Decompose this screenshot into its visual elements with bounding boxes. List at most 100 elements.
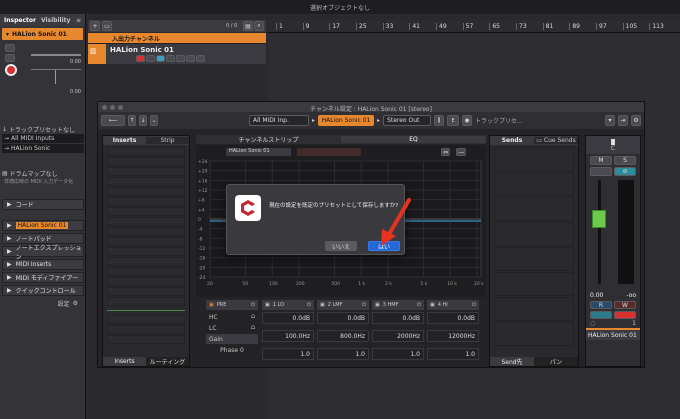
output-routing[interactable]: → HALion Sonic bbox=[2, 144, 84, 153]
eq-band-gain[interactable]: 0.0dB bbox=[427, 312, 479, 324]
eq-band-gain[interactable]: 0.0dB bbox=[372, 312, 424, 324]
read-automation-button[interactable] bbox=[166, 55, 175, 62]
insert-slot[interactable] bbox=[107, 247, 185, 256]
strip-channel-name[interactable]: HALion Sonic 01 bbox=[586, 328, 640, 340]
monitor-button[interactable] bbox=[146, 55, 155, 62]
track-preset-button[interactable]: トラックプリセ... bbox=[475, 116, 523, 125]
send-slot[interactable] bbox=[494, 172, 574, 196]
phase-button[interactable]: Phase 0 bbox=[206, 345, 258, 355]
listen-button[interactable] bbox=[590, 167, 612, 176]
read-button[interactable] bbox=[5, 44, 15, 52]
insert-slot[interactable] bbox=[107, 157, 185, 166]
read-button-strip[interactable]: R bbox=[590, 301, 612, 309]
send-slot[interactable] bbox=[494, 197, 574, 221]
eq-band-header[interactable]: ▣ 4 HI ⏻ bbox=[427, 300, 479, 310]
no-button[interactable]: いいえ bbox=[325, 241, 357, 251]
eq-preset-select[interactable] bbox=[296, 148, 361, 156]
insert-slot[interactable] bbox=[107, 187, 185, 196]
add-track-icon[interactable]: + bbox=[90, 21, 100, 31]
write-button-strip[interactable]: W bbox=[614, 301, 636, 309]
section-midi-modifiers[interactable]: ▶ MIDI モディファイアー bbox=[2, 272, 84, 283]
eq-flat-icon[interactable]: — bbox=[456, 148, 467, 156]
send-slot[interactable] bbox=[494, 322, 574, 346]
tab-pan[interactable]: パン bbox=[534, 357, 578, 366]
lc-control[interactable]: LC ⩍ bbox=[206, 323, 258, 333]
eq-view-icon[interactable]: ⇔ bbox=[440, 148, 451, 156]
edit-button[interactable] bbox=[186, 55, 195, 62]
eq-band-header[interactable]: ▣ 3 HMF ⏻ bbox=[372, 300, 424, 310]
eq-band-header[interactable]: ▣ 1 LO ⏻ bbox=[262, 300, 314, 310]
insert-slot[interactable] bbox=[107, 197, 185, 206]
tab-cue-sends[interactable]: ▭ Cue Sends bbox=[534, 137, 578, 144]
insert-slot[interactable] bbox=[107, 217, 185, 226]
insert-slot[interactable] bbox=[107, 147, 185, 156]
filter-icon[interactable]: ▤ bbox=[243, 21, 253, 31]
send-slot[interactable] bbox=[494, 147, 574, 171]
output-routing-select[interactable]: Stereo Out bbox=[383, 115, 432, 126]
tab-bottom-inserts[interactable]: Inserts bbox=[103, 358, 146, 365]
send-slot[interactable] bbox=[494, 272, 574, 296]
tab-visibility[interactable]: Visibility bbox=[41, 17, 70, 24]
eq-band-header[interactable]: ▣ 2 LMF ⏻ bbox=[317, 300, 369, 310]
tab-channel-strip[interactable]: チャンネルストリップ bbox=[196, 135, 341, 144]
section-note-expression[interactable]: ▶ ノートエクスプレッション bbox=[2, 245, 84, 261]
pan-control[interactable]: C bbox=[586, 136, 640, 154]
tab-inspector[interactable]: Inspector bbox=[4, 17, 36, 24]
insert-slot[interactable] bbox=[107, 267, 185, 276]
folder-track[interactable]: 入出力チャンネル bbox=[88, 33, 266, 43]
insert-slot[interactable] bbox=[107, 257, 185, 266]
meter-icon[interactable]: ⫼ bbox=[434, 115, 445, 126]
tab-strip[interactable]: Strip bbox=[146, 137, 189, 144]
write-automation-button[interactable] bbox=[176, 55, 185, 62]
eq-band-freq[interactable]: 2000Hz bbox=[372, 330, 424, 342]
input-routing-select[interactable]: All MIDI Inp. bbox=[249, 115, 309, 126]
arrow-down-icon[interactable]: ↓ bbox=[139, 115, 147, 126]
send-slot[interactable] bbox=[494, 247, 574, 271]
lane-button[interactable] bbox=[196, 55, 205, 62]
eq-band-q[interactable]: 1.0 bbox=[317, 348, 369, 360]
settings-gear-icon[interactable]: ⚙ bbox=[631, 115, 641, 126]
hc-control[interactable]: HC ⩍ bbox=[206, 312, 258, 322]
ruler[interactable]: 1 9 17 25 33 41 49 57 65 73 81 89 97 105 113 bbox=[268, 20, 680, 33]
pre-header[interactable]: ▣ PRE ⏻ bbox=[206, 300, 258, 310]
chevron-down-icon[interactable]: ⌄ bbox=[150, 115, 158, 126]
eq-band-freq[interactable]: 12000Hz bbox=[427, 330, 479, 342]
edit-instrument-button[interactable]: ⊘ bbox=[614, 167, 636, 176]
send-slot[interactable] bbox=[494, 222, 574, 246]
insert-slot[interactable] bbox=[107, 207, 185, 216]
track-preset-row[interactable]: ↓ トラックプリセットなし bbox=[2, 125, 84, 134]
tab-send-to[interactable]: Send先 bbox=[490, 357, 534, 366]
folder-icon[interactable]: ▭ bbox=[102, 21, 112, 31]
post-insert-slot[interactable] bbox=[107, 335, 185, 344]
input-routing[interactable]: → All MIDI Inputs bbox=[2, 134, 84, 143]
tab-eq[interactable]: EQ bbox=[341, 136, 486, 143]
post-insert-slot[interactable] bbox=[107, 325, 185, 334]
channel-name-field[interactable]: HALion Sonic 01 bbox=[318, 115, 375, 126]
menu-icon[interactable]: ≡ bbox=[76, 17, 81, 24]
tab-sends[interactable]: Sends bbox=[490, 137, 534, 144]
post-insert-slot[interactable] bbox=[107, 315, 185, 324]
eq-band-gain[interactable]: 0.0dB bbox=[262, 312, 314, 324]
inspector-track-header[interactable]: ▾ HALion Sonic 01 bbox=[2, 28, 83, 40]
insert-slot[interactable] bbox=[107, 167, 185, 176]
track-record-button[interactable] bbox=[136, 55, 145, 62]
send-slot[interactable] bbox=[494, 297, 574, 321]
record-button[interactable] bbox=[5, 64, 17, 76]
eq-band-q[interactable]: 1.0 bbox=[262, 348, 314, 360]
instrument-track[interactable]: ▥ HALion Sonic 01 bbox=[88, 43, 266, 64]
insert-slot[interactable] bbox=[107, 297, 185, 306]
section-quick-controls[interactable]: ▶ クイックコントロール bbox=[2, 285, 84, 296]
section-instrument[interactable]: ▶ HALion Sonic 01 bbox=[2, 220, 84, 231]
section-midi-inserts[interactable]: ▶ MIDI Inserts bbox=[2, 259, 84, 270]
eq-band-freq[interactable]: 100.0Hz bbox=[262, 330, 314, 342]
insert-slot[interactable] bbox=[107, 287, 185, 296]
back-arrow-icon[interactable]: ⟵ bbox=[101, 115, 125, 126]
chevron-down-icon-2[interactable]: ▾ bbox=[605, 115, 615, 126]
search-icon[interactable]: ⌕ bbox=[254, 21, 264, 31]
eq-band-gain[interactable]: 0.0dB bbox=[317, 312, 369, 324]
volume-fader[interactable] bbox=[592, 210, 606, 228]
pan-display[interactable] bbox=[31, 69, 81, 89]
insert-slot[interactable] bbox=[107, 277, 185, 286]
monitor-button-strip[interactable] bbox=[590, 311, 612, 319]
eq-band-q[interactable]: 1.0 bbox=[427, 348, 479, 360]
